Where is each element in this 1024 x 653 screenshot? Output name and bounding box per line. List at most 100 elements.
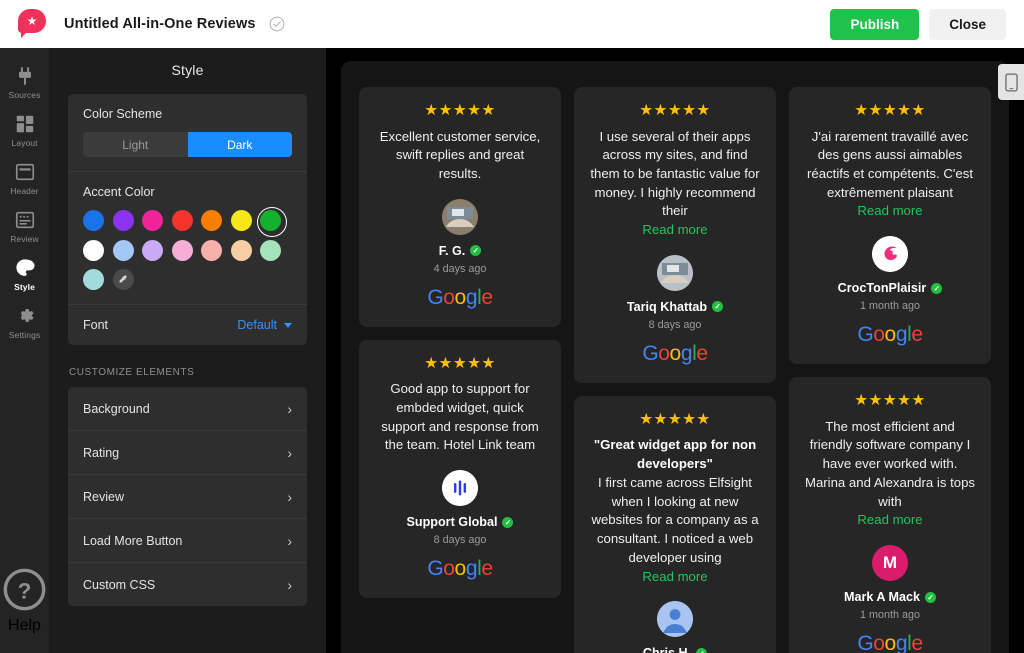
avatar [442, 198, 478, 235]
review-title: "Great widget app for non developers" [593, 437, 757, 472]
rail-item-review[interactable]: Review [0, 202, 49, 250]
review-bubble-star-icon: ★ [18, 9, 48, 39]
accent-swatch-11[interactable] [201, 239, 222, 261]
source-logo-google: Google [857, 323, 923, 347]
review-date: 8 days ago [648, 318, 702, 331]
rail-label-header: Header [10, 186, 39, 196]
customize-item-label: Custom CSS [83, 577, 156, 592]
review-card: ★★★★★ The most efficient and friendly sof… [789, 377, 991, 653]
accent-swatch-2[interactable] [142, 210, 163, 231]
reviewer-name: Mark A Mack [843, 590, 921, 605]
review-date: 8 days ago [433, 534, 487, 547]
customize-item-label: Review [83, 489, 124, 504]
avatar [657, 254, 693, 291]
review-card: ★★★★★ Good app to support for embded widg… [359, 339, 561, 599]
font-value: Default [237, 318, 277, 332]
accent-swatch-3[interactable] [171, 210, 193, 231]
rail-item-header[interactable]: Header [0, 154, 49, 202]
help-button[interactable]: ? Help [0, 565, 49, 635]
rail-label-sources: Sources [8, 90, 41, 100]
review-card: ★★★★★ "Great widget app for non developer… [574, 395, 776, 653]
reviewer-name: Support Global [406, 515, 498, 530]
chevron-right-icon: › [287, 444, 292, 461]
customize-item-custom-css[interactable]: Custom CSS › [68, 563, 307, 606]
review-text: The most efficient and friendly software… [804, 418, 976, 509]
accent-swatch-14[interactable] [83, 269, 104, 290]
verified-badge-icon: ✓ [931, 282, 943, 294]
rail-item-settings[interactable]: Settings [0, 298, 49, 346]
close-button[interactable]: Close [929, 8, 1006, 40]
customize-item-review[interactable]: Review › [68, 475, 307, 518]
rail-label-style: Style [14, 282, 35, 292]
reviewer-name: Tariq Khattab [626, 299, 708, 314]
chevron-down-icon [284, 322, 292, 328]
accent-swatch-9[interactable] [142, 239, 163, 261]
preview-canvas: ★★★★★ Excellent customer service, swift r… [341, 61, 1009, 653]
editor-window: ★ Untitled All-in-One Reviews Publish Cl… [0, 0, 1024, 653]
style-panel: Style Color Scheme Light Dark Accent Col… [49, 48, 326, 653]
chevron-right-icon: › [287, 576, 292, 593]
panel-title: Style [171, 62, 204, 78]
accent-swatch-6[interactable] [256, 206, 287, 237]
customize-item-rating[interactable]: Rating › [68, 431, 307, 474]
read-more-link[interactable]: Read more [803, 511, 977, 530]
eyedropper-swatch-button[interactable] [112, 269, 134, 290]
accent-swatch-7[interactable] [83, 239, 104, 261]
review-icon [15, 211, 34, 229]
accent-swatch-4[interactable] [201, 210, 222, 231]
style-settings-group: Color Scheme Light Dark Accent Color Fon… [68, 94, 307, 345]
review-date: 1 month ago [859, 609, 921, 622]
review-text: J'ai rarement travaillé avec des gens au… [807, 128, 973, 200]
page-title: Untitled All-in-One Reviews [64, 16, 256, 32]
read-more-link[interactable]: Read more [588, 568, 762, 587]
rail-item-style[interactable]: Style [0, 250, 49, 298]
rail-label-settings: Settings [8, 330, 41, 340]
nav-rail: Sources Layout Header Review Style Setti… [0, 48, 49, 653]
verified-badge-icon: ✓ [712, 301, 724, 313]
verified-badge-icon: ✓ [502, 516, 514, 528]
accent-swatch-5[interactable] [230, 210, 252, 231]
read-more-link[interactable]: Read more [803, 202, 977, 221]
chevron-right-icon: › [287, 400, 292, 417]
rail-item-sources[interactable]: Sources [0, 58, 49, 106]
scheme-option-light[interactable]: Light [83, 132, 188, 157]
svg-text:?: ? [18, 578, 32, 603]
rail-label-review: Review [10, 234, 39, 244]
accent-swatch-1[interactable] [112, 210, 134, 231]
scheme-option-dark[interactable]: Dark [187, 132, 292, 157]
reviewer-name-row: CrocTonPlaisir ✓ [803, 281, 977, 295]
top-bar: ★ Untitled All-in-One Reviews Publish Cl… [0, 0, 1024, 48]
publish-button[interactable]: Publish [830, 8, 920, 40]
accent-swatch-12[interactable] [230, 239, 252, 261]
customize-item-label: Load More Button [83, 533, 183, 548]
accent-color-label: Accent Color [83, 185, 155, 199]
source-logo-google: Google [427, 557, 493, 581]
reviewer-name-row: F. G. ✓ [373, 244, 547, 258]
grid-icon [16, 115, 33, 133]
verified-badge-icon: ✓ [696, 647, 708, 653]
accent-swatch-grid [83, 206, 292, 290]
font-row[interactable]: Font Default [68, 305, 307, 345]
reviewer-name-row: Chris H. ✓ [588, 646, 762, 653]
gear-icon [20, 309, 34, 322]
font-label: Font [83, 318, 109, 332]
color-scheme-toggle[interactable]: Light Dark [83, 132, 292, 157]
avatar: M [872, 545, 908, 582]
reviewer-name-row: Mark A Mack ✓ [803, 590, 977, 604]
rail-item-layout[interactable]: Layout [0, 106, 49, 154]
rating-stars: ★★★★★ [639, 410, 711, 428]
accent-swatch-10[interactable] [171, 239, 193, 261]
read-more-link[interactable]: Read more [588, 221, 762, 240]
font-select[interactable]: Default [237, 318, 292, 332]
accent-swatch-8[interactable] [112, 239, 134, 261]
review-card: ★★★★★ I use several of their apps across … [574, 87, 776, 383]
accent-swatch-13[interactable] [260, 239, 281, 261]
reviewer-name: F. G. [438, 243, 466, 258]
widget-preview: ★★★★★ Excellent customer service, swift r… [326, 48, 1024, 653]
customize-item-background[interactable]: Background › [68, 387, 307, 430]
customize-item-load-more-button[interactable]: Load More Button › [68, 519, 307, 562]
customize-item-label: Background [83, 401, 150, 416]
review-text: I first came across Elfsight when I look… [591, 474, 759, 565]
mobile-preview-toggle[interactable] [998, 64, 1024, 100]
accent-swatch-0[interactable] [83, 210, 104, 231]
